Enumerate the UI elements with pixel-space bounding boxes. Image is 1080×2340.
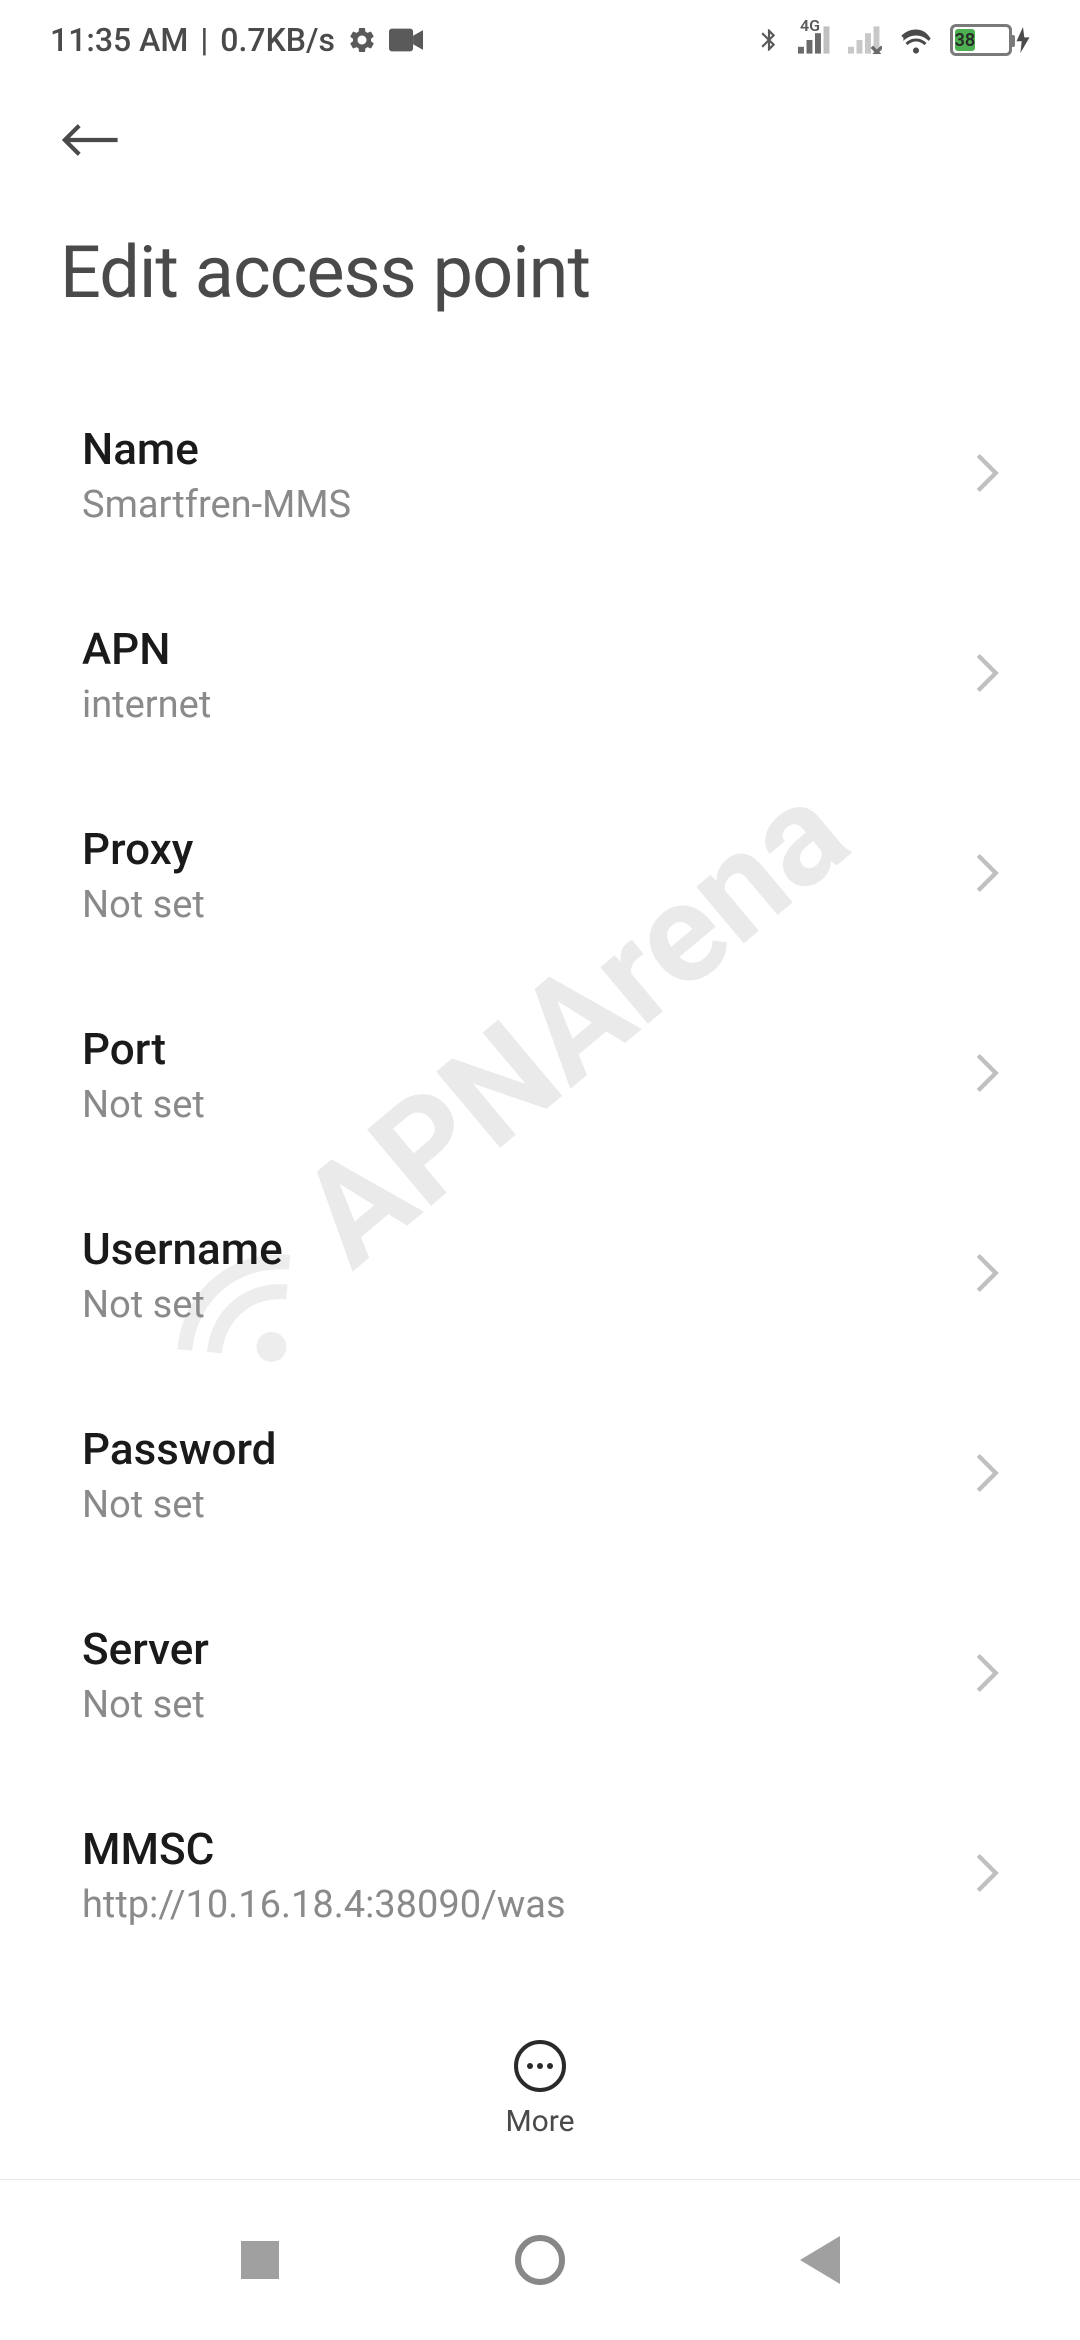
setting-apn[interactable]: APN internet [0, 575, 1080, 775]
camera-icon [389, 28, 423, 52]
more-icon [514, 2040, 566, 2092]
setting-name[interactable]: Name Smartfren-MMS [0, 375, 1080, 575]
more-label: More [505, 2104, 574, 2139]
setting-label: Server [82, 1623, 974, 1675]
signal-4g-icon: 4G [798, 26, 832, 54]
setting-label: MMSC [82, 1823, 974, 1875]
setting-value: Not set [82, 1683, 974, 1727]
header: Edit access point [0, 80, 1080, 375]
setting-label: Proxy [82, 823, 974, 875]
gear-icon [347, 25, 377, 55]
more-button[interactable]: More [505, 2040, 574, 2139]
setting-label: Password [82, 1423, 974, 1475]
setting-value: Not set [82, 1083, 974, 1127]
chevron-right-icon [974, 1452, 1000, 1498]
navigation-bar [0, 2180, 1080, 2340]
setting-label: Username [82, 1223, 974, 1275]
chevron-right-icon [974, 1052, 1000, 1098]
setting-password[interactable]: Password Not set [0, 1375, 1080, 1575]
setting-value: Not set [82, 1283, 974, 1327]
setting-label: APN [82, 623, 974, 675]
setting-port[interactable]: Port Not set [0, 975, 1080, 1175]
back-button[interactable] [60, 110, 120, 170]
status-time: 11:35 AM [50, 21, 188, 59]
circle-icon [515, 2235, 565, 2285]
setting-value: Not set [82, 1483, 974, 1527]
status-left: 11:35 AM | 0.7KB/s [50, 21, 423, 59]
bluetooth-icon [756, 23, 782, 57]
triangle-icon [800, 2236, 840, 2284]
status-data-rate: 0.7KB/s [220, 21, 335, 59]
status-separator: | [200, 21, 208, 59]
page-title: Edit access point [60, 230, 1020, 315]
status-right: 4G 38 [756, 23, 1030, 57]
setting-value: Not set [82, 883, 974, 927]
wifi-icon [898, 26, 934, 54]
setting-value: Smartfren-MMS [82, 483, 974, 527]
setting-value: http://10.16.18.4:38090/was [82, 1883, 974, 1927]
settings-list: Name Smartfren-MMS APN internet Proxy No… [0, 375, 1080, 2175]
chevron-right-icon [974, 852, 1000, 898]
setting-label: Port [82, 1023, 974, 1075]
setting-mmsc[interactable]: MMSC http://10.16.18.4:38090/was [0, 1775, 1080, 1975]
chevron-right-icon [974, 1252, 1000, 1298]
chevron-right-icon [974, 1652, 1000, 1698]
battery-icon: 38 [950, 24, 1030, 56]
setting-label: Name [82, 423, 974, 475]
setting-server[interactable]: Server Not set [0, 1575, 1080, 1775]
nav-recent-button[interactable] [230, 2230, 290, 2290]
nav-back-button[interactable] [790, 2230, 850, 2290]
signal-none-icon [848, 26, 882, 54]
setting-username[interactable]: Username Not set [0, 1175, 1080, 1375]
chevron-right-icon [974, 652, 1000, 698]
chevron-right-icon [974, 1852, 1000, 1898]
bottom-actions: More [0, 2000, 1080, 2180]
nav-home-button[interactable] [510, 2230, 570, 2290]
square-icon [241, 2241, 279, 2279]
chevron-right-icon [974, 452, 1000, 498]
status-bar: 11:35 AM | 0.7KB/s 4G 38 [0, 0, 1080, 80]
setting-value: internet [82, 683, 974, 727]
setting-proxy[interactable]: Proxy Not set [0, 775, 1080, 975]
